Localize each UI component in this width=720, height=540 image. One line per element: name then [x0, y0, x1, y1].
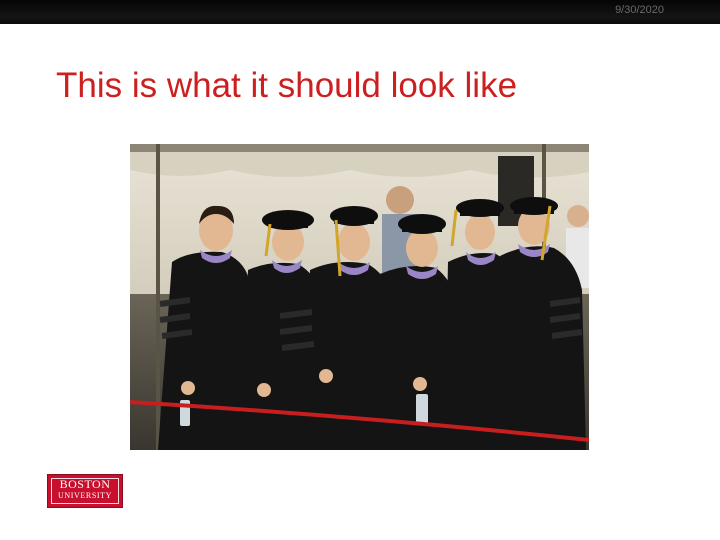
graduation-photo — [130, 144, 589, 450]
graduation-photo-illustration — [130, 144, 589, 450]
slide-date: 9/30/2020 — [615, 4, 664, 16]
logo-line-boston: BOSTON — [59, 477, 111, 491]
logo-line-university: UNIVERSITY — [58, 491, 112, 500]
slide-title: This is what it should look like — [56, 66, 518, 105]
boston-university-logo: BOSTON UNIVERSITY — [47, 474, 123, 508]
top-bar: 9/30/2020 — [0, 0, 720, 24]
